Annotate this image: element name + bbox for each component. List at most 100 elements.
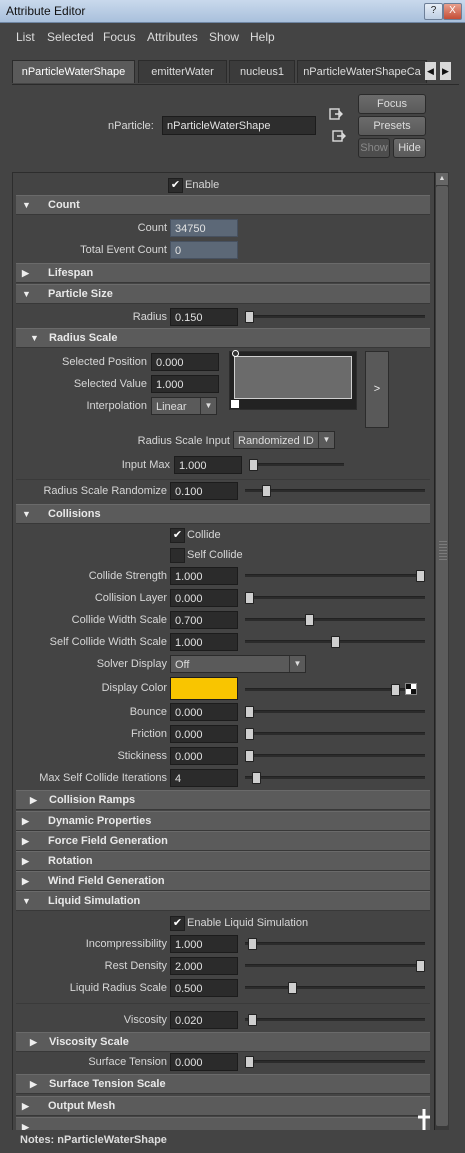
- section-surface-tension-scale[interactable]: ▶ Surface Tension Scale: [16, 1074, 430, 1094]
- menu-focus[interactable]: Focus: [103, 30, 136, 44]
- slider-handle[interactable]: [391, 684, 400, 696]
- self-collide-width-scale-field[interactable]: 1.000: [170, 633, 238, 651]
- radius-scale-ramp[interactable]: [229, 350, 357, 410]
- slider-handle[interactable]: [245, 592, 254, 604]
- ramp-point-handle[interactable]: [232, 350, 239, 357]
- slider-handle[interactable]: [416, 570, 425, 582]
- menu-selected[interactable]: Selected: [47, 30, 94, 44]
- liquid-radius-scale-slider[interactable]: [245, 982, 425, 994]
- section-lifespan[interactable]: ▶ Lifespan: [16, 263, 430, 283]
- scroll-up-icon[interactable]: ▲: [436, 173, 448, 185]
- slider-handle[interactable]: [245, 750, 254, 762]
- input-max-field[interactable]: 1.000: [174, 456, 242, 474]
- incompressibility-slider[interactable]: [245, 938, 425, 950]
- self-collide-checkbox[interactable]: [170, 548, 185, 563]
- tab-nparticlewatershapecache[interactable]: nParticleWaterShapeCa: [297, 60, 427, 83]
- radius-slider[interactable]: [245, 311, 425, 323]
- menu-show[interactable]: Show: [209, 30, 239, 44]
- section-particle-size[interactable]: ▼ Particle Size: [16, 284, 430, 304]
- surface-tension-field[interactable]: 0.000: [170, 1053, 238, 1071]
- section-liquid-simulation[interactable]: ▼ Liquid Simulation: [16, 891, 430, 911]
- scrollbar-thumb[interactable]: [436, 186, 448, 1126]
- collide-width-scale-field[interactable]: 0.700: [170, 611, 238, 629]
- ramp-color-handle[interactable]: [231, 400, 239, 408]
- slider-handle[interactable]: [331, 636, 340, 648]
- radius-scale-randomize-field[interactable]: 0.100: [170, 482, 238, 500]
- collision-layer-slider[interactable]: [245, 592, 425, 604]
- open-ramp-button[interactable]: >: [365, 351, 389, 428]
- rest-density-field[interactable]: 2.000: [170, 957, 238, 975]
- slider-handle[interactable]: [262, 485, 271, 497]
- slider-handle[interactable]: [252, 772, 261, 784]
- copy-icon[interactable]: [332, 129, 346, 146]
- surface-tension-slider[interactable]: [245, 1056, 425, 1068]
- rest-density-slider[interactable]: [245, 960, 425, 972]
- stickiness-field[interactable]: 0.000: [170, 747, 238, 765]
- hide-button[interactable]: Hide: [393, 138, 426, 158]
- collision-layer-field[interactable]: 0.000: [170, 589, 238, 607]
- interpolation-dropdown[interactable]: Linear ▼: [151, 397, 217, 415]
- collide-strength-slider[interactable]: [245, 570, 425, 582]
- friction-field[interactable]: 0.000: [170, 725, 238, 743]
- radius-field[interactable]: 0.150: [170, 308, 238, 326]
- tab-scroll-left-icon[interactable]: ◀: [425, 62, 436, 80]
- slider-handle[interactable]: [245, 706, 254, 718]
- radius-scale-input-dropdown[interactable]: Randomized ID ▼: [233, 431, 335, 449]
- focus-button[interactable]: Focus: [358, 94, 426, 114]
- slider-handle[interactable]: [416, 960, 425, 972]
- show-button[interactable]: Show: [358, 138, 390, 158]
- bounce-field[interactable]: 0.000: [170, 703, 238, 721]
- viscosity-slider[interactable]: [245, 1014, 425, 1026]
- friction-slider[interactable]: [245, 728, 425, 740]
- selected-value-field[interactable]: 1.000: [151, 375, 219, 393]
- count-field[interactable]: 34750: [170, 219, 238, 237]
- section-collision-ramps[interactable]: ▶ Collision Ramps: [16, 790, 430, 810]
- liquid-radius-scale-field[interactable]: 0.500: [170, 979, 238, 997]
- section-force-field-generation[interactable]: ▶ Force Field Generation: [16, 831, 430, 851]
- display-color-slider[interactable]: [245, 684, 405, 696]
- slider-handle[interactable]: [245, 728, 254, 740]
- tab-nucleus1[interactable]: nucleus1: [229, 60, 295, 83]
- tab-nparticlewatershape[interactable]: nParticleWaterShape: [12, 60, 135, 83]
- display-color-swatch[interactable]: [170, 677, 238, 700]
- slider-handle[interactable]: [288, 982, 297, 994]
- notes-bar[interactable]: Notes: nParticleWaterShape: [0, 1130, 465, 1151]
- node-name-field[interactable]: nParticleWaterShape: [162, 116, 316, 135]
- menu-list[interactable]: List: [16, 30, 35, 44]
- close-button[interactable]: X: [443, 3, 462, 20]
- section-dynamic-properties[interactable]: ▶ Dynamic Properties: [16, 811, 430, 831]
- radius-scale-randomize-slider[interactable]: [245, 485, 425, 497]
- tab-scroll-right-icon[interactable]: ▶: [440, 62, 451, 80]
- collide-checkbox[interactable]: ✔: [170, 528, 185, 543]
- tab-emitterwater[interactable]: emitterWater: [138, 60, 227, 83]
- input-max-slider[interactable]: [249, 459, 344, 471]
- bounce-slider[interactable]: [245, 706, 425, 718]
- slider-handle[interactable]: [248, 938, 257, 950]
- menu-attributes[interactable]: Attributes: [147, 30, 198, 44]
- section-output-mesh[interactable]: ▶ Output Mesh: [16, 1096, 430, 1116]
- self-collide-width-scale-slider[interactable]: [245, 636, 425, 648]
- stickiness-slider[interactable]: [245, 750, 425, 762]
- slider-handle[interactable]: [245, 1056, 254, 1068]
- presets-button[interactable]: Presets: [358, 116, 426, 136]
- slider-handle[interactable]: [249, 459, 258, 471]
- section-radius-scale[interactable]: ▼ Radius Scale: [16, 328, 430, 348]
- slider-handle[interactable]: [305, 614, 314, 626]
- help-button[interactable]: ?: [424, 3, 443, 20]
- menu-help[interactable]: Help: [250, 30, 275, 44]
- slider-handle[interactable]: [248, 1014, 257, 1026]
- load-icon[interactable]: [329, 107, 343, 124]
- section-viscosity-scale[interactable]: ▶ Viscosity Scale: [16, 1032, 430, 1052]
- color-picker-icon[interactable]: [405, 683, 417, 695]
- max-self-collide-iterations-slider[interactable]: [245, 772, 425, 784]
- section-count[interactable]: ▼ Count: [16, 195, 430, 215]
- solver-display-dropdown[interactable]: Off ▼: [170, 655, 306, 673]
- collide-strength-field[interactable]: 1.000: [170, 567, 238, 585]
- viscosity-field[interactable]: 0.020: [170, 1011, 238, 1029]
- incompressibility-field[interactable]: 1.000: [170, 935, 238, 953]
- slider-handle[interactable]: [245, 311, 254, 323]
- vertical-scrollbar[interactable]: ▲: [434, 172, 449, 1137]
- collide-width-scale-slider[interactable]: [245, 614, 425, 626]
- total-event-count-field[interactable]: 0: [170, 241, 238, 259]
- window-title-bar[interactable]: Attribute Editor ? X: [0, 0, 465, 23]
